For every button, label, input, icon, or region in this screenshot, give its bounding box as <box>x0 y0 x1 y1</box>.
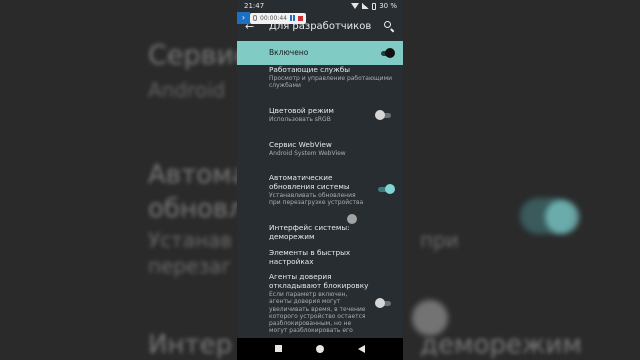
bg-text: Устанав <box>148 228 233 252</box>
setting-title: Автоматические обновления системы <box>269 173 350 191</box>
master-switch[interactable] <box>381 48 395 58</box>
setting-title: Интерфейс системы: деморежим <box>269 223 350 241</box>
setting-title: Агенты доверия откладывают блокировку <box>269 272 369 290</box>
home-icon[interactable] <box>316 345 324 353</box>
bg-touch-blur <box>412 300 448 336</box>
bg-text: перезаг <box>148 254 232 278</box>
setting-subtitle: Устанавливать обновления при перезагрузк… <box>269 192 364 207</box>
page-title: Для разработчиков <box>269 21 372 32</box>
battery-icon <box>372 2 377 10</box>
setting-title: Работающие службы <box>269 65 350 74</box>
back-arrow-icon[interactable]: ← <box>245 20 254 33</box>
phone-screen: 21:47 30 % › 00:00:44 ← Для разработчико… <box>237 0 403 360</box>
auto-updates-switch[interactable] <box>378 184 395 194</box>
navigation-bar <box>237 338 403 360</box>
battery-level: 30 % <box>379 2 397 10</box>
setting-trust-agents[interactable]: Агенты доверия откладывают блокировку Ес… <box>269 272 369 335</box>
bg-text: деморежим <box>420 330 582 360</box>
master-toggle-row[interactable]: Включено <box>237 41 403 65</box>
app-bar: ← Для разработчиков <box>237 16 403 38</box>
setting-subtitle: Просмотр и управление работающими служба… <box>269 75 393 90</box>
bg-text: Android <box>148 78 226 102</box>
bg-switch-thumb-blur <box>545 200 579 234</box>
setting-subtitle: Если параметр включен, агенты доверия мо… <box>269 291 366 335</box>
bg-text: обновл <box>148 194 245 224</box>
wifi-icon <box>351 3 360 9</box>
color-mode-switch[interactable] <box>375 110 391 120</box>
status-icons: 30 % <box>351 2 397 10</box>
status-bar: 21:47 30 % <box>237 0 403 12</box>
master-toggle-label: Включено <box>269 48 309 57</box>
signal-icon <box>362 3 370 9</box>
bg-text: при <box>420 228 459 252</box>
setting-auto-updates[interactable]: Автоматические обновления системы Устана… <box>269 173 369 207</box>
bg-text: Интер <box>148 330 233 360</box>
back-icon[interactable] <box>358 345 365 353</box>
setting-demo-mode[interactable]: Интерфейс системы: деморежим <box>269 223 393 241</box>
setting-title: Сервис WebView <box>269 140 332 149</box>
recents-icon[interactable] <box>275 345 282 352</box>
bg-text: Автома <box>148 160 248 190</box>
setting-subtitle: Android System WebView <box>269 150 346 157</box>
status-time: 21:47 <box>244 2 265 10</box>
setting-running-services[interactable]: Работающие службы Просмотр и управление … <box>269 65 393 90</box>
search-icon[interactable] <box>383 20 395 33</box>
setting-title: Элементы в быстрых настройках <box>269 248 351 266</box>
setting-webview[interactable]: Сервис WebView Android System WebView <box>269 140 393 157</box>
bg-text: Сервис <box>148 40 249 71</box>
setting-quick-settings-tiles[interactable]: Элементы в быстрых настройках <box>269 248 393 266</box>
trust-agents-switch[interactable] <box>375 298 391 308</box>
